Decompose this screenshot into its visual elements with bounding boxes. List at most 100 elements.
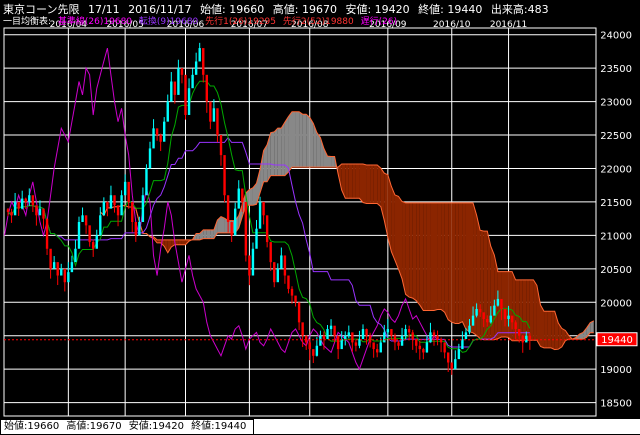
candle-body-down: [10, 211, 13, 216]
candle-body-up: [52, 262, 56, 269]
candle-body-up: [177, 68, 180, 95]
candle-body-down: [205, 74, 208, 102]
kumo-segment: [480, 230, 484, 340]
candle-body-up: [383, 332, 386, 343]
candle-body-up: [102, 201, 106, 216]
candle-body-down: [422, 349, 425, 353]
candle-body-down: [333, 325, 336, 336]
candle-body-up: [489, 315, 492, 323]
candle-body-down: [262, 201, 265, 216]
last-price-value: 19440: [601, 335, 633, 346]
kumo-segment: [544, 311, 548, 348]
candle-body-up: [237, 188, 240, 209]
candle-body-down: [184, 74, 187, 115]
candle: [184, 74, 187, 120]
kumo-segment: [505, 271, 509, 338]
kumo-segment: [302, 114, 307, 168]
candle-body-down: [365, 329, 368, 336]
kumo-segment: [363, 164, 367, 204]
candle: [145, 164, 148, 196]
kumo-segment: [295, 111, 300, 168]
candle-body-down: [368, 335, 372, 343]
candle-body-up: [361, 329, 365, 340]
candle-body-down: [393, 335, 397, 343]
kumo-segment: [327, 156, 332, 168]
y-tick-label: 18500: [600, 399, 632, 410]
candle-body-up: [386, 329, 390, 333]
legend-senkou-a: 先行1(26)19295: [205, 17, 277, 27]
candle-body-down: [418, 345, 421, 350]
candle-body-up: [191, 74, 194, 89]
kumo-segment: [508, 271, 513, 341]
kumo-segment: [178, 239, 182, 245]
kumo-segment: [437, 202, 442, 310]
candle-body-down: [305, 335, 308, 343]
kumo-segment: [512, 271, 516, 341]
candle-body-down: [273, 262, 276, 283]
candle-body-down: [336, 335, 340, 350]
candle-body-up: [425, 342, 429, 353]
indicator-legend: 一目均衡表: 基準線(26)19680 転換(9)19680 先行1(26)19…: [3, 14, 401, 27]
candle-body-up: [468, 325, 471, 333]
candle-body-up: [319, 335, 322, 346]
kumo-segment: [455, 202, 459, 324]
candle-body-up: [276, 268, 279, 283]
candle-body-down: [92, 242, 95, 249]
kumo-segment: [270, 131, 275, 176]
kumo-segment: [476, 215, 481, 339]
kumo-segment: [462, 202, 466, 330]
candle-body-down: [528, 335, 532, 340]
candle-body-down: [56, 262, 59, 276]
y-tick-label: 22500: [600, 131, 632, 142]
legend-title: 一目均衡表:: [3, 17, 52, 27]
candle-body-down: [106, 201, 109, 209]
kumo-segment: [352, 164, 356, 199]
y-tick-label: 19000: [600, 365, 632, 376]
candle-body-down: [127, 181, 130, 202]
kumo-segment: [487, 231, 491, 340]
candle-body-down: [432, 332, 436, 336]
candle-body-up: [109, 195, 113, 209]
candle-body-up: [400, 335, 404, 346]
candle-body-down: [17, 201, 20, 209]
candle-body-up: [28, 195, 31, 202]
x-tick-label: 2016/10: [433, 20, 471, 30]
kumo-segment: [299, 111, 303, 168]
candle-body-down: [521, 335, 524, 343]
candle-body-up: [38, 208, 42, 216]
candle-body-down: [411, 332, 414, 340]
kumo-segment: [359, 164, 363, 203]
kumo-segment: [465, 202, 470, 332]
candle-body-up: [471, 315, 475, 326]
candle-body-up: [234, 208, 237, 236]
candle-body-down: [244, 201, 248, 256]
candle-body-down: [436, 335, 439, 340]
candle-body-up: [138, 222, 141, 236]
candle-body-up: [457, 349, 461, 360]
candle-body-down: [503, 308, 507, 319]
candle: [223, 155, 226, 203]
candle-body-down: [209, 101, 212, 122]
candle-body-up: [212, 108, 216, 122]
footer-bar: 始値:19660 高値:19670 安値:19420 終値:19440: [0, 419, 640, 435]
candle-body-up: [163, 121, 166, 142]
kumo-segment: [210, 229, 214, 239]
y-tick-label: 20500: [600, 265, 632, 276]
candle-body-up: [99, 215, 102, 236]
candle-body-up: [525, 335, 528, 343]
legend-kijun: 基準線(26)19680: [57, 17, 133, 27]
candle-body-down: [63, 268, 66, 283]
kumo-segment: [309, 117, 314, 168]
candle-body-down: [216, 108, 219, 136]
y-tick-label: 21500: [600, 198, 632, 209]
candle-body-down: [354, 342, 358, 346]
candle-body-down: [42, 208, 45, 219]
candle-body-up: [340, 339, 343, 350]
candle-body-up: [70, 262, 74, 273]
candle-body-up: [60, 268, 63, 276]
kumo-segment: [540, 304, 545, 348]
kumo-segment: [441, 202, 445, 313]
candle-body-up: [141, 195, 145, 222]
kumo-segment: [277, 128, 282, 176]
kumo-segment: [416, 202, 420, 306]
